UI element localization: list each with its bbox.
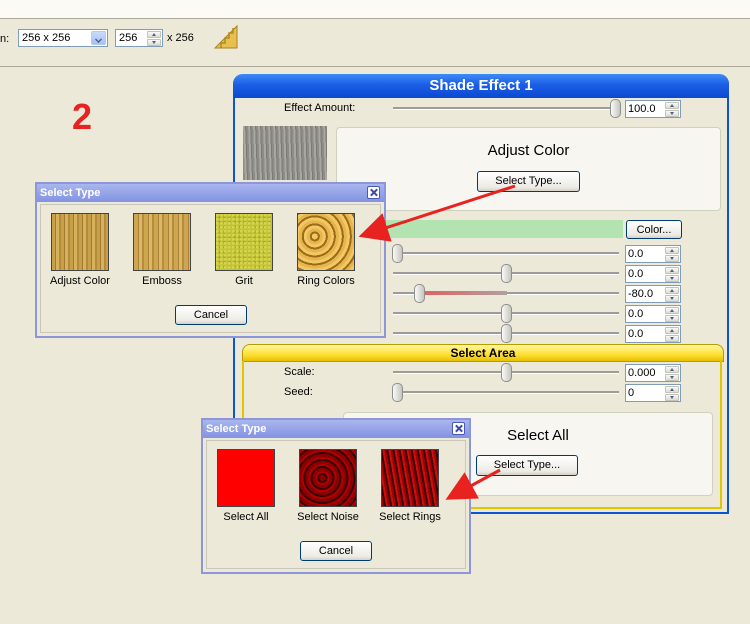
arrow-to-ring-colors [358, 184, 516, 242]
arrow-to-select-rings [445, 468, 501, 500]
annotation-arrows [358, 184, 516, 500]
